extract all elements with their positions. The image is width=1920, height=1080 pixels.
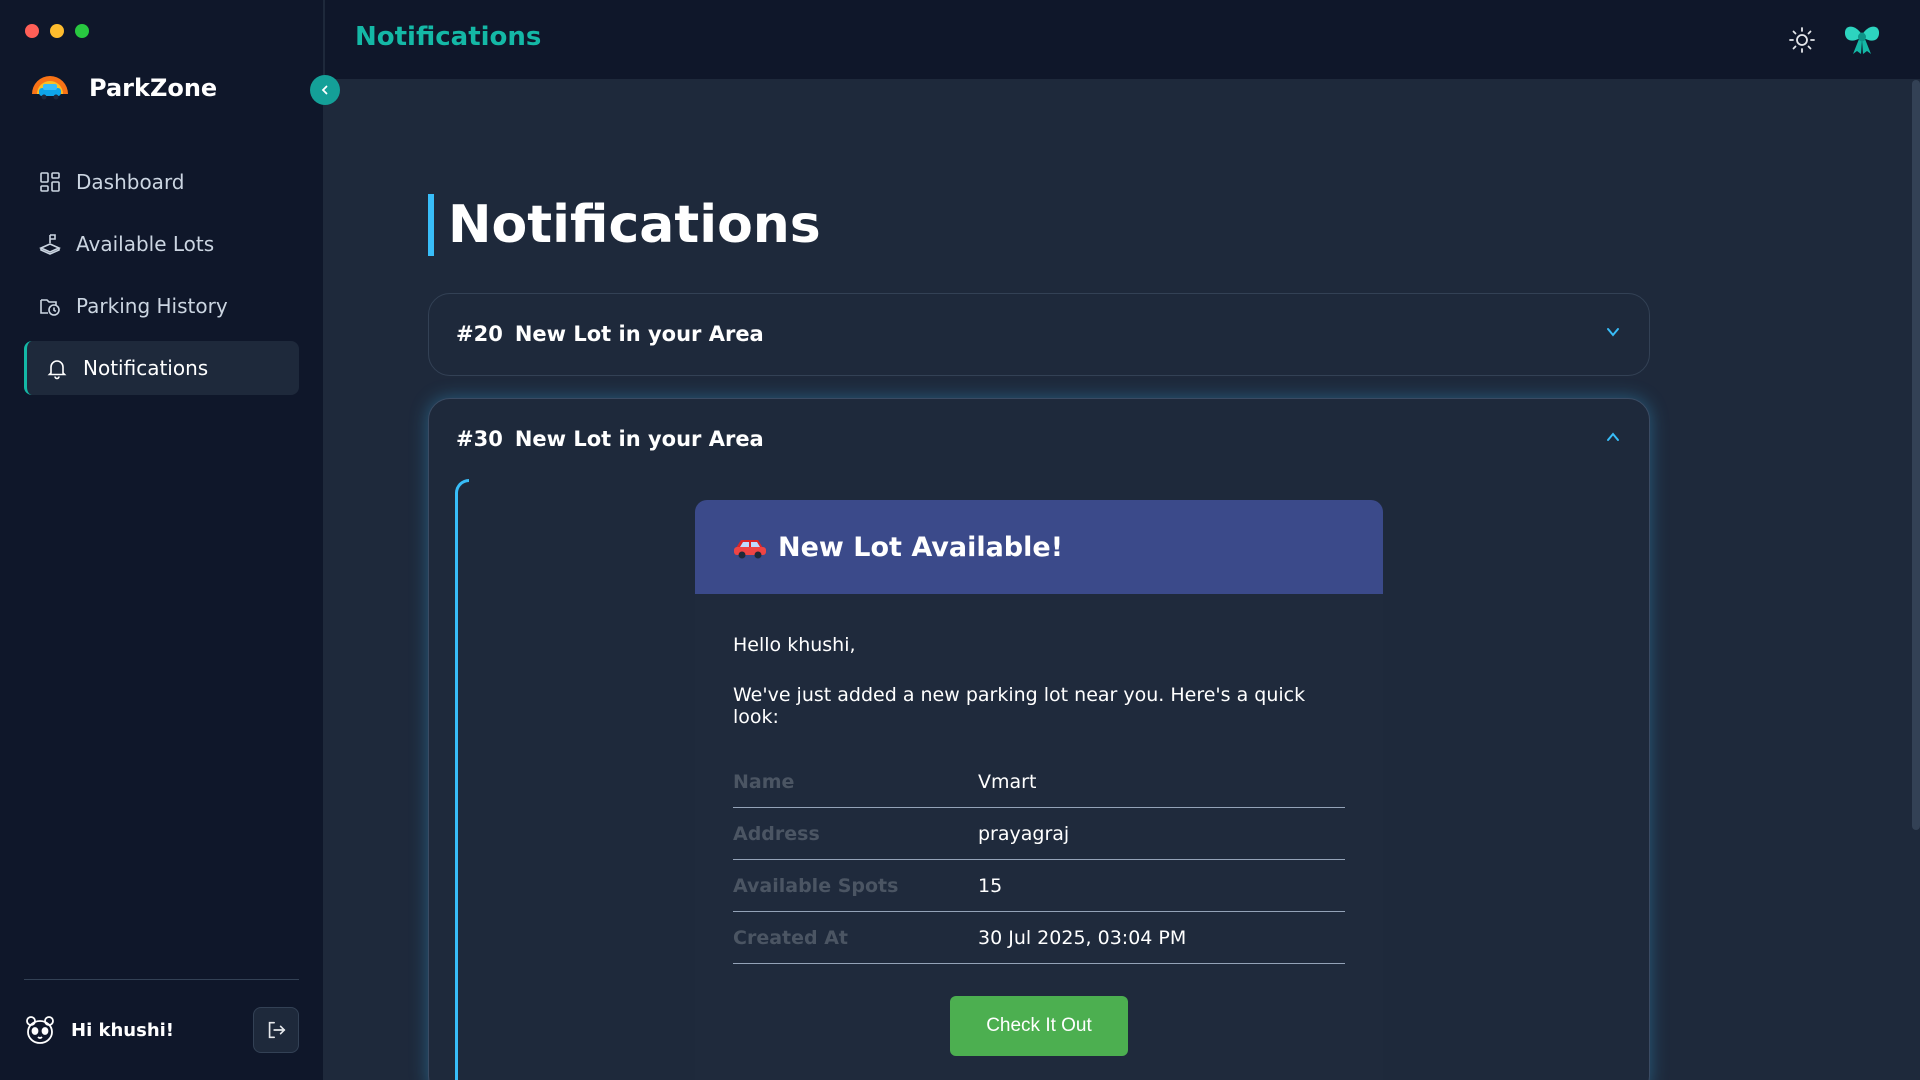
sidebar-item-notifications[interactable]: Notifications bbox=[24, 341, 299, 395]
scrollbar[interactable] bbox=[1912, 80, 1920, 830]
email-intro: We've just added a new parking lot near … bbox=[733, 684, 1306, 728]
sidebar-item-available-lots[interactable]: Available Lots bbox=[24, 217, 299, 271]
bow-icon[interactable] bbox=[1842, 22, 1882, 56]
notification-number: #30 bbox=[456, 427, 503, 451]
notification-title: New Lot in your Area bbox=[514, 322, 764, 346]
app-name: ParkZone bbox=[89, 74, 218, 102]
table-row: Available Spots 15 bbox=[733, 860, 1345, 912]
notification-item-expanded[interactable]: #30 New Lot in your Area New Lot Availab… bbox=[428, 398, 1650, 1080]
sidebar-item-label: Parking History bbox=[76, 294, 228, 318]
sidebar-item-parking-history[interactable]: Parking History bbox=[24, 279, 299, 333]
chevron-left-icon bbox=[321, 85, 328, 95]
accent-line bbox=[455, 479, 469, 1080]
minimize-window-button[interactable] bbox=[50, 24, 64, 38]
lot-details-table: Name Vmart Address prayagraj Available S… bbox=[733, 756, 1345, 964]
topbar-title: Notifications bbox=[355, 22, 542, 52]
notification-title: New Lot in your Area bbox=[514, 427, 764, 451]
sidebar: ParkZone Dashboard Available Lots Parkin… bbox=[0, 0, 340, 1080]
check-it-out-button[interactable]: Check It Out bbox=[950, 996, 1128, 1056]
detail-label: Created At bbox=[733, 926, 848, 949]
notification-number: #20 bbox=[456, 322, 503, 346]
car-icon bbox=[734, 540, 766, 559]
sidebar-item-label: Notifications bbox=[83, 356, 209, 380]
email-heading: New Lot Available! bbox=[778, 531, 1064, 563]
email-greeting: Hello khushi, bbox=[733, 634, 856, 656]
sidebar-item-dashboard[interactable]: Dashboard bbox=[24, 155, 299, 209]
sun-icon[interactable] bbox=[1788, 26, 1816, 54]
detail-value: Vmart bbox=[978, 770, 1037, 793]
parkzone-logo-icon bbox=[32, 76, 68, 100]
detail-value: prayagraj bbox=[978, 822, 1070, 845]
email-header: New Lot Available! bbox=[695, 500, 1383, 594]
chevron-down-icon[interactable] bbox=[1605, 324, 1621, 340]
table-row: Name Vmart bbox=[733, 756, 1345, 808]
collapse-sidebar-button[interactable] bbox=[310, 75, 340, 105]
window-controls bbox=[25, 24, 89, 38]
notification-header[interactable]: #20 New Lot in your Area bbox=[456, 322, 764, 346]
detail-label: Name bbox=[733, 770, 795, 793]
sidebar-divider bbox=[24, 979, 299, 980]
table-row: Created At 30 Jul 2025, 03:04 PM bbox=[733, 912, 1345, 964]
detail-label: Address bbox=[733, 822, 820, 845]
sidebar-item-label: Available Lots bbox=[76, 232, 215, 256]
sidebar-item-label: Dashboard bbox=[76, 170, 185, 194]
bell-icon bbox=[47, 360, 67, 380]
parking-lot-icon bbox=[39, 234, 61, 255]
email-body: Hello khushi, We've just added a new par… bbox=[695, 594, 1383, 1056]
chevron-up-icon[interactable] bbox=[1605, 429, 1621, 445]
logout-button[interactable] bbox=[253, 1007, 299, 1053]
main-content: Notifications #20 New Lot in your Area #… bbox=[325, 80, 1915, 1080]
notification-header[interactable]: #30 New Lot in your Area bbox=[456, 427, 764, 451]
user-profile: Hi khushi! bbox=[24, 1006, 299, 1054]
panda-avatar-icon bbox=[26, 1016, 54, 1044]
detail-value: 30 Jul 2025, 03:04 PM bbox=[978, 926, 1187, 949]
detail-value: 15 bbox=[978, 874, 1003, 897]
maximize-window-button[interactable] bbox=[75, 24, 89, 38]
page-title: Notifications bbox=[428, 194, 821, 256]
top-bar: Notifications bbox=[325, 0, 1920, 80]
detail-label: Available Spots bbox=[733, 874, 899, 897]
table-row: Address prayagraj bbox=[733, 808, 1345, 860]
history-icon bbox=[40, 299, 60, 316]
user-greeting: Hi khushi! bbox=[71, 1019, 175, 1041]
dashboard-icon bbox=[40, 172, 60, 192]
logout-icon bbox=[268, 1021, 286, 1039]
brand[interactable]: ParkZone bbox=[30, 68, 217, 108]
notification-item[interactable]: #20 New Lot in your Area bbox=[428, 293, 1650, 376]
sidebar-nav: Dashboard Available Lots Parking History… bbox=[24, 155, 299, 403]
close-window-button[interactable] bbox=[25, 24, 39, 38]
email-card: New Lot Available! Hello khushi, We've j… bbox=[695, 500, 1383, 1080]
